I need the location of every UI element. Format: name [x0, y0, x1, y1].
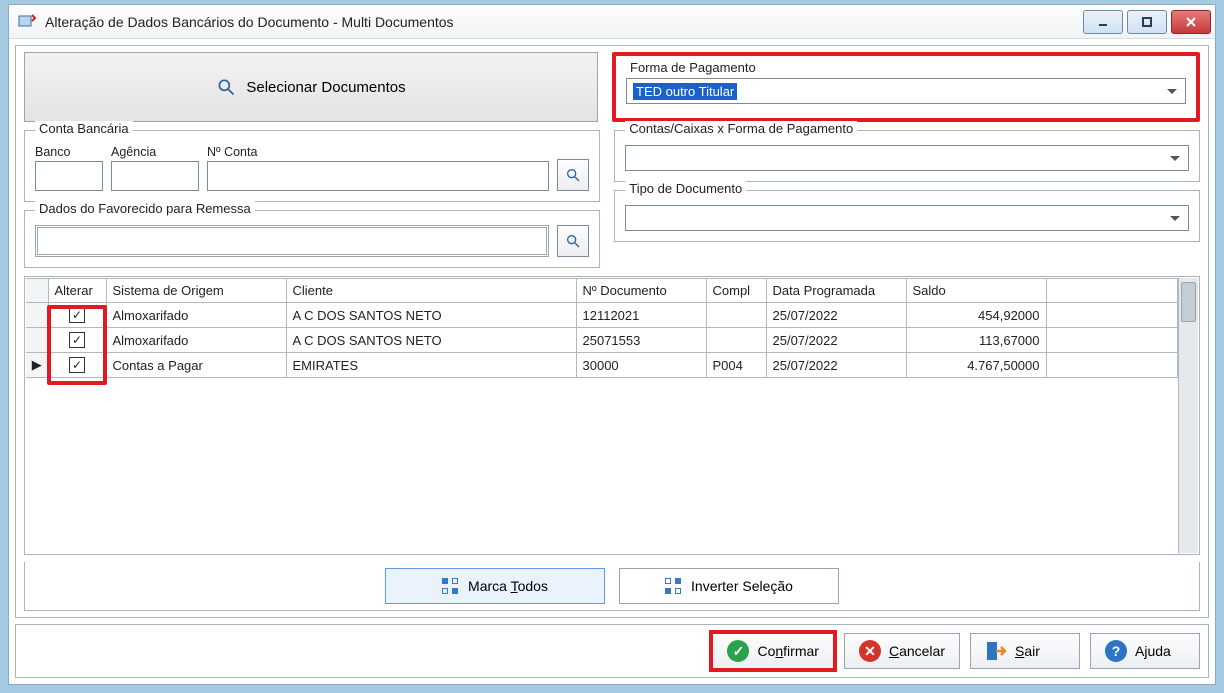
sair-button[interactable]: Sair — [970, 633, 1080, 669]
forma-pagamento-value: TED outro Titular — [633, 83, 737, 100]
agencia-label: Agência — [111, 145, 199, 159]
table-row[interactable]: AlmoxarifadoA C DOS SANTOS NETO12112021 2… — [26, 303, 1178, 328]
cell-alterar[interactable] — [48, 353, 106, 378]
confirmar-button[interactable]: ✓ Confirmar — [712, 633, 833, 669]
cell-saldo: 4.767,50000 — [906, 353, 1046, 378]
conta-bancaria-group: Conta Bancária Banco Agência — [24, 130, 600, 202]
table-row[interactable]: ▶ Contas a PagarEMIRATES30000P00425/07/20… — [26, 353, 1178, 378]
row-indicator — [26, 328, 48, 353]
tipo-documento-group: Tipo de Documento — [614, 190, 1200, 242]
col-compl[interactable]: Compl — [706, 279, 766, 303]
search-icon — [565, 167, 581, 183]
search-icon — [216, 77, 236, 97]
banco-label: Banco — [35, 145, 103, 159]
cell-saldo: 454,92000 — [906, 303, 1046, 328]
cell-cliente: A C DOS SANTOS NETO — [286, 328, 576, 353]
forma-pagamento-legend: Forma de Pagamento — [626, 60, 760, 75]
documents-grid: Alterar Sistema de Origem Cliente Nº Doc… — [24, 276, 1200, 555]
contas-caixas-combo[interactable] — [625, 145, 1189, 171]
checkbox-icon[interactable] — [69, 357, 85, 373]
row-indicator: ▶ — [26, 353, 48, 378]
n-conta-input[interactable] — [207, 161, 549, 191]
window-title: Alteração de Dados Bancários do Document… — [45, 14, 1083, 30]
select-all-icon — [442, 578, 458, 594]
table-row[interactable]: AlmoxarifadoA C DOS SANTOS NETO25071553 2… — [26, 328, 1178, 353]
cancel-icon: ✕ — [859, 640, 881, 662]
app-icon — [17, 12, 37, 32]
cancelar-button[interactable]: ✕ Cancelar — [844, 633, 960, 669]
marca-todos-button[interactable]: Marca Todos — [385, 568, 605, 604]
forma-pagamento-combo[interactable]: TED outro Titular — [626, 78, 1186, 104]
col-cliente[interactable]: Cliente — [286, 279, 576, 303]
select-documents-button[interactable]: Selecionar Documentos — [24, 52, 598, 122]
grid-header: Alterar Sistema de Origem Cliente Nº Doc… — [26, 279, 1178, 303]
row-indicator — [26, 303, 48, 328]
cell-sistema: Contas a Pagar — [106, 353, 286, 378]
col-alterar[interactable]: Alterar — [48, 279, 106, 303]
col-saldo[interactable]: Saldo — [906, 279, 1046, 303]
favorecido-group: Dados do Favorecido para Remessa — [24, 210, 600, 268]
cell-sistema: Almoxarifado — [106, 328, 286, 353]
cell-data: 25/07/2022 — [766, 353, 906, 378]
favorecido-legend: Dados do Favorecido para Remessa — [35, 201, 255, 216]
cell-alterar[interactable] — [48, 303, 106, 328]
check-icon: ✓ — [727, 640, 749, 662]
maximize-button[interactable] — [1127, 10, 1167, 34]
cell-ndoc: 30000 — [576, 353, 706, 378]
col-data[interactable]: Data Programada — [766, 279, 906, 303]
contas-caixas-group: Contas/Caixas x Forma de Pagamento — [614, 130, 1200, 182]
checkbox-icon[interactable] — [69, 332, 85, 348]
favorecido-input[interactable] — [35, 225, 549, 257]
inverter-selecao-button[interactable]: Inverter Seleção — [619, 568, 839, 604]
tipo-documento-legend: Tipo de Documento — [625, 181, 746, 196]
contas-caixas-legend: Contas/Caixas x Forma de Pagamento — [625, 121, 857, 136]
cell-compl — [706, 303, 766, 328]
select-documents-label: Selecionar Documentos — [246, 79, 405, 96]
cell-compl — [706, 328, 766, 353]
cell-cliente: A C DOS SANTOS NETO — [286, 303, 576, 328]
cell-ndoc: 12112021 — [576, 303, 706, 328]
cell-ndoc: 25071553 — [576, 328, 706, 353]
forma-pagamento-group: Forma de Pagamento TED outro Titular — [612, 52, 1200, 122]
col-ndoc[interactable]: Nº Documento — [576, 279, 706, 303]
dialog-window: Alteração de Dados Bancários do Document… — [8, 4, 1216, 685]
footer-bar: ✓ Confirmar ✕ Cancelar Sair ? Ajuda — [15, 624, 1209, 678]
tipo-documento-combo[interactable] — [625, 205, 1189, 231]
inverter-label: Inverter Seleção — [691, 578, 793, 594]
cell-cliente: EMIRATES — [286, 353, 576, 378]
titlebar: Alteração de Dados Bancários do Document… — [9, 5, 1215, 39]
cell-saldo: 113,67000 — [906, 328, 1046, 353]
n-conta-label: Nº Conta — [207, 145, 549, 159]
banco-input[interactable] — [35, 161, 103, 191]
ajuda-label: Ajuda — [1135, 643, 1171, 659]
close-button[interactable] — [1171, 10, 1211, 34]
main-panel: Selecionar Documentos Forma de Pagamento… — [15, 45, 1209, 618]
agencia-input[interactable] — [111, 161, 199, 191]
ajuda-button[interactable]: ? Ajuda — [1090, 633, 1200, 669]
grid-scrollbar[interactable] — [1178, 278, 1198, 553]
invert-selection-icon — [665, 578, 681, 594]
minimize-button[interactable] — [1083, 10, 1123, 34]
conta-search-button[interactable] — [557, 159, 589, 191]
favorecido-search-button[interactable] — [557, 225, 589, 257]
help-icon: ? — [1105, 640, 1127, 662]
col-sistema[interactable]: Sistema de Origem — [106, 279, 286, 303]
cell-data: 25/07/2022 — [766, 328, 906, 353]
cell-data: 25/07/2022 — [766, 303, 906, 328]
cell-sistema: Almoxarifado — [106, 303, 286, 328]
search-icon — [565, 233, 581, 249]
exit-icon — [985, 640, 1007, 662]
cell-alterar[interactable] — [48, 328, 106, 353]
cell-compl: P004 — [706, 353, 766, 378]
conta-bancaria-legend: Conta Bancária — [35, 121, 133, 136]
checkbox-icon[interactable] — [69, 307, 85, 323]
